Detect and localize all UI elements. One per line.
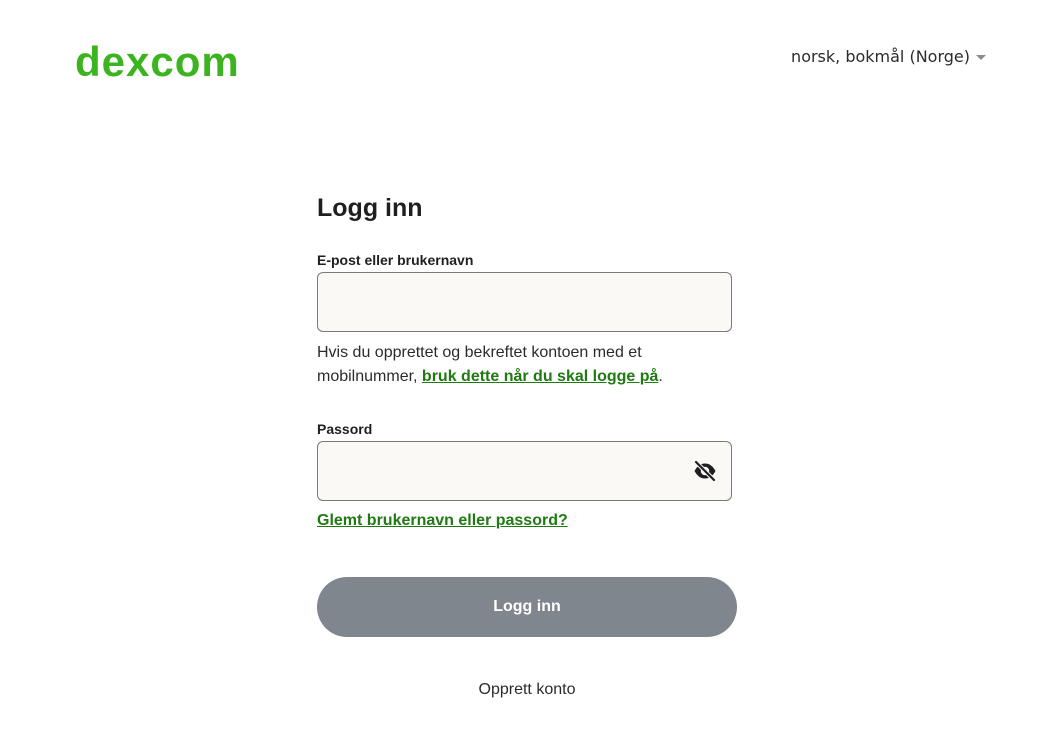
language-select[interactable]: norsk, bokmål (Norge) <box>791 47 986 66</box>
password-field[interactable] <box>317 441 732 501</box>
login-button[interactable]: Logg inn <box>317 577 737 637</box>
password-label: Passord <box>317 421 373 437</box>
eye-off-icon[interactable] <box>692 459 718 483</box>
password-field-wrapper <box>317 441 732 501</box>
caret-down-icon <box>976 54 986 60</box>
create-account-link[interactable]: Opprett konto <box>317 681 737 699</box>
email-field[interactable] <box>317 272 732 332</box>
helper-text-end: . <box>658 368 663 385</box>
mobile-helper-text: Hvis du opprettet og bekreftet kontoen m… <box>317 341 737 389</box>
dexcom-logo: dexcom <box>75 42 249 82</box>
language-label: norsk, bokmål (Norge) <box>791 47 970 66</box>
login-form: Logg inn E-post eller brukernavn Hvis du… <box>317 192 737 530</box>
forgot-credentials-link[interactable]: Glemt brukernavn eller passord? <box>317 512 568 530</box>
page-title: Logg inn <box>317 194 423 222</box>
logo-wordmark: dexcom <box>75 42 240 82</box>
login-page: dexcom norsk, bokmål (Norge) Logg inn E-… <box>0 0 1044 752</box>
email-label: E-post eller brukernavn <box>317 252 474 268</box>
email-field-wrapper <box>317 272 732 332</box>
use-mobile-link[interactable]: bruk dette når du skal logge på <box>422 368 659 385</box>
